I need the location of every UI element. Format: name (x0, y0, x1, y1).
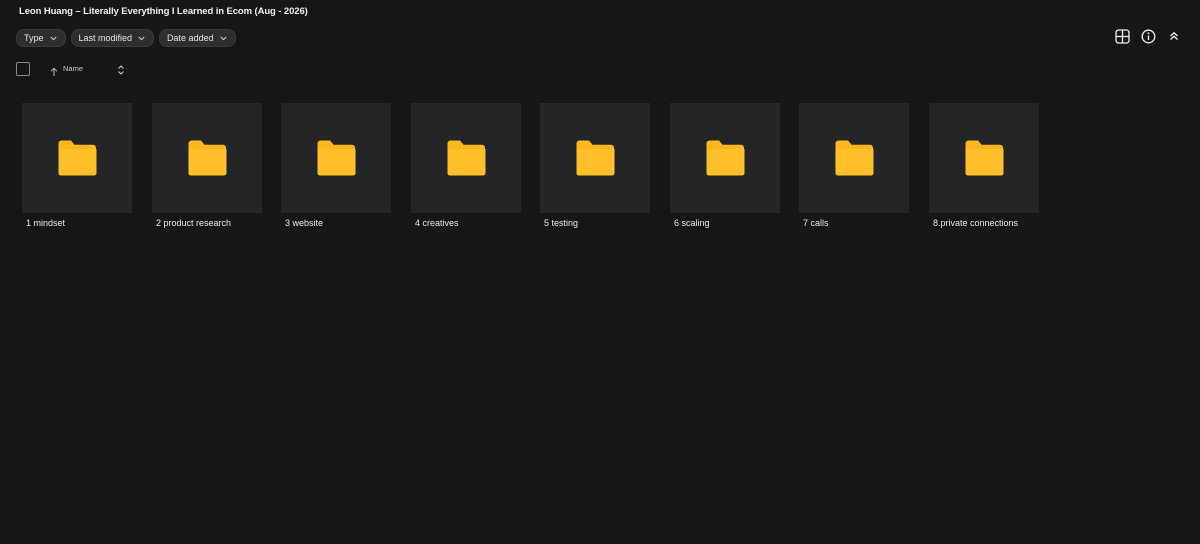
name-column-header[interactable]: Name (63, 64, 83, 73)
folder-name: 8.private connections (933, 218, 1019, 228)
page-title: Leon Huang – Literally Everything I Lear… (19, 6, 308, 17)
folder-thumbnail (411, 103, 521, 213)
folder-tile[interactable]: 5 testing (540, 103, 670, 233)
folder-thumbnail (929, 103, 1039, 213)
chevron-down-icon (138, 36, 145, 41)
list-header: Name (16, 62, 1184, 78)
folder-thumbnail (670, 103, 780, 213)
folder-icon (576, 140, 614, 176)
info-icon[interactable] (1140, 28, 1156, 44)
filter-date-added-label: Date added (167, 33, 214, 43)
folder-thumbnail (152, 103, 262, 213)
folder-icon (317, 140, 355, 176)
folder-name: 4 creatives (415, 218, 459, 228)
folder-name: 7 calls (803, 218, 829, 228)
sort-toggle-icon[interactable] (116, 63, 126, 75)
filter-type[interactable]: Type (16, 29, 66, 47)
chevron-down-icon (220, 36, 227, 41)
folder-tile[interactable]: 4 creatives (411, 103, 541, 233)
filter-date-added[interactable]: Date added (159, 29, 236, 47)
select-all-checkbox[interactable] (16, 62, 30, 76)
folder-tile[interactable]: 6 scaling (670, 103, 800, 233)
folder-tile[interactable]: 8.private connections (929, 103, 1059, 233)
filter-type-label: Type (24, 33, 44, 43)
folder-name: 5 testing (544, 218, 579, 228)
collapse-icon[interactable] (1166, 28, 1182, 44)
folder-tile[interactable]: 7 calls (799, 103, 929, 233)
folder-icon (706, 140, 744, 176)
view-toolbar (1114, 28, 1182, 44)
folder-icon (447, 140, 485, 176)
filter-last-modified-label: Last modified (78, 33, 133, 43)
folder-icon (835, 140, 873, 176)
file-browser: Leon Huang – Literally Everything I Lear… (0, 0, 1200, 544)
grid-view-icon[interactable] (1114, 28, 1130, 44)
folder-icon (965, 140, 1003, 176)
folder-name: 3 website (285, 218, 324, 228)
folder-tile[interactable]: 2 product research (152, 103, 282, 233)
folder-thumbnail (799, 103, 909, 213)
folder-thumbnail (540, 103, 650, 213)
folder-tile[interactable]: 1 mindset (22, 103, 152, 233)
arrow-up-icon (49, 64, 59, 76)
filter-bar: Type Last modified Date added (16, 29, 236, 47)
folder-name: 6 scaling (674, 218, 710, 228)
folder-thumbnail (22, 103, 132, 213)
folder-name: 2 product research (156, 218, 232, 228)
folder-thumbnail (281, 103, 391, 213)
chevron-down-icon (49, 36, 57, 41)
folder-icon (58, 140, 96, 176)
folder-icon (188, 140, 226, 176)
folder-tile[interactable]: 3 website (281, 103, 411, 233)
folder-name: 1 mindset (26, 218, 66, 228)
filter-last-modified[interactable]: Last modified (70, 29, 155, 47)
